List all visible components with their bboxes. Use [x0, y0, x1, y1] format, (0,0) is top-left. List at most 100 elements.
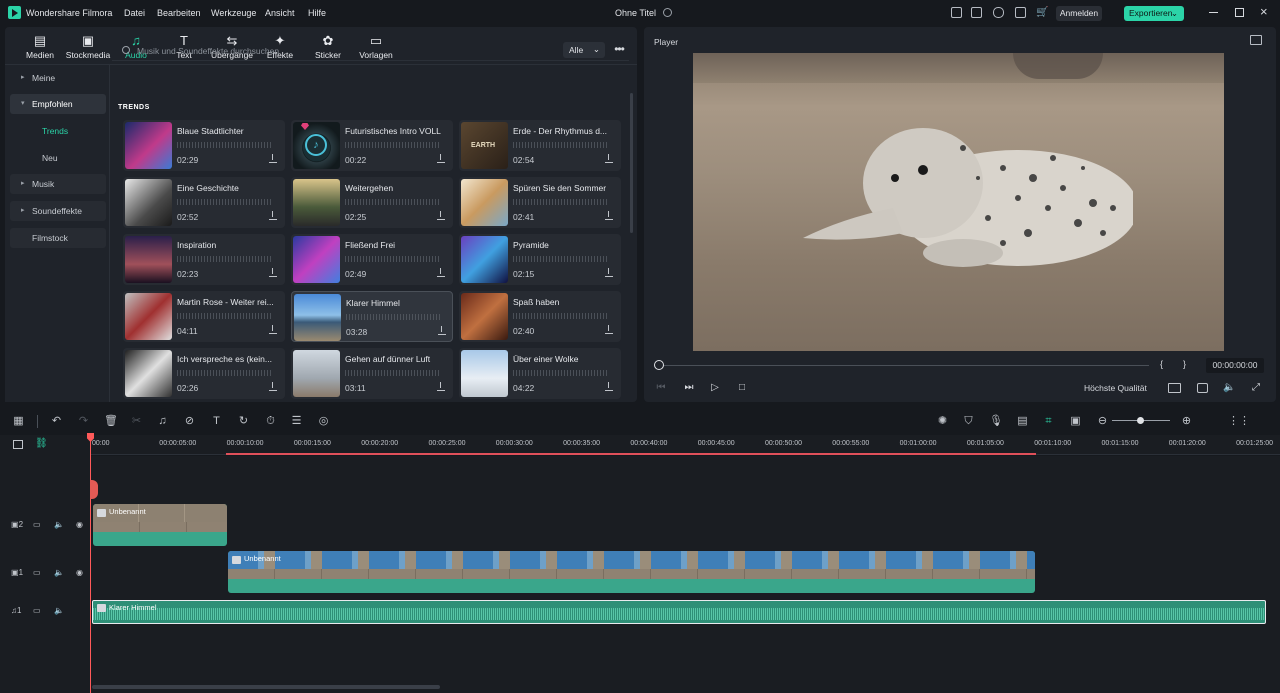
track-volume-icon[interactable]: 🔈	[54, 520, 64, 529]
delete-icon[interactable]: 🗑	[104, 415, 118, 428]
video-clip-track2[interactable]: Unbenannt	[93, 504, 227, 546]
menu-hilfe[interactable]: Hilfe	[308, 8, 326, 18]
sidebar-item-filmstock[interactable]: Filmstock	[10, 228, 106, 248]
download-icon[interactable]	[436, 382, 445, 392]
tab-medien[interactable]: ▤ Medien	[15, 33, 65, 63]
track-card[interactable]: Martin Rose - Weiter rei... 04:11	[123, 291, 285, 342]
maximize-icon[interactable]	[1235, 8, 1244, 17]
eye-icon[interactable]: ◉	[76, 520, 83, 529]
export-button[interactable]: Exportieren ⌄	[1124, 6, 1184, 21]
track-card[interactable]: Futuristisches Intro VOLL 00:22 ♪	[291, 120, 453, 171]
library-scrollbar[interactable]	[630, 93, 633, 233]
rotate-icon[interactable]: ↻	[237, 415, 250, 428]
more-options-icon[interactable]: •••	[612, 42, 626, 58]
track-volume-icon[interactable]: 🔈	[54, 568, 64, 577]
redo-icon[interactable]: ↷	[77, 415, 90, 428]
download-icon[interactable]	[268, 268, 277, 278]
cart-icon[interactable]: 🛒	[1036, 7, 1048, 18]
track-card[interactable]: Blaue Stadtlichter 02:29	[123, 120, 285, 171]
monitor-icon[interactable]	[1168, 383, 1181, 393]
split-screen-icon[interactable]: ▣	[1069, 415, 1082, 428]
previous-frame-icon[interactable]: ⏮	[655, 382, 667, 394]
stop-icon[interactable]: □	[736, 382, 748, 394]
audio-clip[interactable]: Klarer Himmel	[92, 600, 1266, 624]
playback-progress-handle[interactable]	[654, 360, 664, 370]
step-forward-icon[interactable]: ⏭	[683, 382, 695, 394]
track-volume-icon[interactable]: 🔈	[54, 606, 64, 615]
mark-out-button[interactable]: }	[1183, 359, 1186, 369]
sidebar-item-musik[interactable]: ▸ Musik	[10, 174, 106, 194]
mute-icon[interactable]: ⊘	[183, 415, 196, 428]
search-input[interactable]: Musik und Soundeffekte durchsuchen	[117, 44, 517, 58]
render-icon[interactable]: ✺	[936, 415, 949, 428]
close-icon[interactable]: ×	[1260, 4, 1268, 19]
playhead[interactable]	[90, 435, 91, 693]
filter-select[interactable]: Alle ⌄	[563, 42, 605, 58]
track-card[interactable]: Weitergehen 02:25	[291, 177, 453, 228]
sidebar-item-neu[interactable]: Neu	[5, 148, 101, 168]
track-card[interactable]: Gehen auf dünner Luft 03:11	[291, 348, 453, 399]
layout-options-icon[interactable]: ⋮⋮	[1228, 415, 1250, 428]
voiceover-icon[interactable]: ▤	[1016, 415, 1029, 428]
tab-stockmedia[interactable]: ▣ Stockmedia	[63, 33, 113, 63]
download-icon[interactable]	[268, 211, 277, 221]
folder-icon[interactable]: ▭	[33, 520, 41, 529]
sidebar-item-empfohlen[interactable]: ▾ Empfohlen	[10, 94, 106, 114]
image-icon[interactable]	[1250, 35, 1262, 45]
timeline-scrollbar[interactable]	[92, 685, 440, 689]
download-icon[interactable]	[436, 154, 445, 164]
snap-icon[interactable]: ⌗	[1042, 415, 1055, 428]
save-icon[interactable]	[971, 7, 982, 18]
download-icon[interactable]	[268, 325, 277, 335]
track-card[interactable]: Fließend Frei 02:49	[291, 234, 453, 285]
microphone-icon[interactable]: 🎙	[989, 415, 1003, 428]
folder-icon[interactable]: ▭	[33, 606, 41, 615]
audio-edit-icon[interactable]: ♫	[156, 415, 169, 428]
menu-datei[interactable]: Datei	[124, 8, 145, 18]
folder-icon[interactable]: ▭	[33, 568, 41, 577]
sidebar-item-trends[interactable]: Trends	[5, 121, 101, 141]
marker-icon[interactable]: ⛉	[962, 415, 975, 428]
playback-progress-track[interactable]	[659, 365, 1149, 366]
track-card[interactable]: Spüren Sie den Sommer 02:41	[459, 177, 621, 228]
minimize-icon[interactable]	[1209, 12, 1218, 13]
play-icon[interactable]: ▷	[709, 382, 721, 394]
camera-icon[interactable]	[1197, 383, 1208, 393]
zoom-in-icon[interactable]: ⊕	[1180, 415, 1193, 428]
text-tool-icon[interactable]: T	[210, 415, 223, 428]
fullscreen-icon[interactable]: ⤢	[1250, 382, 1262, 394]
menu-bearbeiten[interactable]: Bearbeiten	[157, 8, 201, 18]
track-card[interactable]: Über einer Wolke 04:22	[459, 348, 621, 399]
mark-in-button[interactable]: {	[1160, 359, 1163, 369]
cut-icon[interactable]: ✂	[130, 415, 143, 428]
layout-icon[interactable]	[951, 7, 962, 18]
playhead-marker[interactable]	[90, 480, 98, 499]
add-track-icon[interactable]	[13, 440, 23, 449]
track-card[interactable]: Ich verspreche es (kein... 02:26	[123, 348, 285, 399]
download-icon[interactable]	[604, 211, 613, 221]
video-clip-track1[interactable]: Unbenannt	[228, 551, 1035, 593]
color-icon[interactable]: ◎	[317, 415, 330, 428]
track-card[interactable]: Klarer Himmel 03:28	[291, 291, 453, 342]
download-icon[interactable]	[604, 268, 613, 278]
volume-icon[interactable]: 🔈	[1223, 382, 1235, 394]
download-icon[interactable]	[604, 154, 613, 164]
undo-icon[interactable]: ↶	[50, 415, 63, 428]
download-icon[interactable]	[268, 154, 277, 164]
menu-ansicht[interactable]: Ansicht	[265, 8, 295, 18]
download-icon[interactable]	[268, 382, 277, 392]
download-icon[interactable]	[436, 211, 445, 221]
speed-icon[interactable]: ⏱	[264, 415, 277, 428]
sidebar-item-soundeffekte[interactable]: ▸ Soundeffekte	[10, 201, 106, 221]
download-icon[interactable]	[604, 382, 613, 392]
track-card[interactable]: Pyramide 02:15	[459, 234, 621, 285]
zoom-out-icon[interactable]: ⊖	[1096, 415, 1109, 428]
grid-layout-icon[interactable]: ▦	[12, 415, 25, 428]
cloud-icon[interactable]	[993, 7, 1004, 18]
track-card[interactable]: Spaß haben 02:40	[459, 291, 621, 342]
download-icon[interactable]	[437, 326, 446, 336]
download-icon[interactable]	[604, 325, 613, 335]
zoom-slider-handle[interactable]	[1137, 417, 1144, 424]
menu-werkzeuge[interactable]: Werkzeuge	[211, 8, 256, 18]
track-card[interactable]: Inspiration 02:23	[123, 234, 285, 285]
